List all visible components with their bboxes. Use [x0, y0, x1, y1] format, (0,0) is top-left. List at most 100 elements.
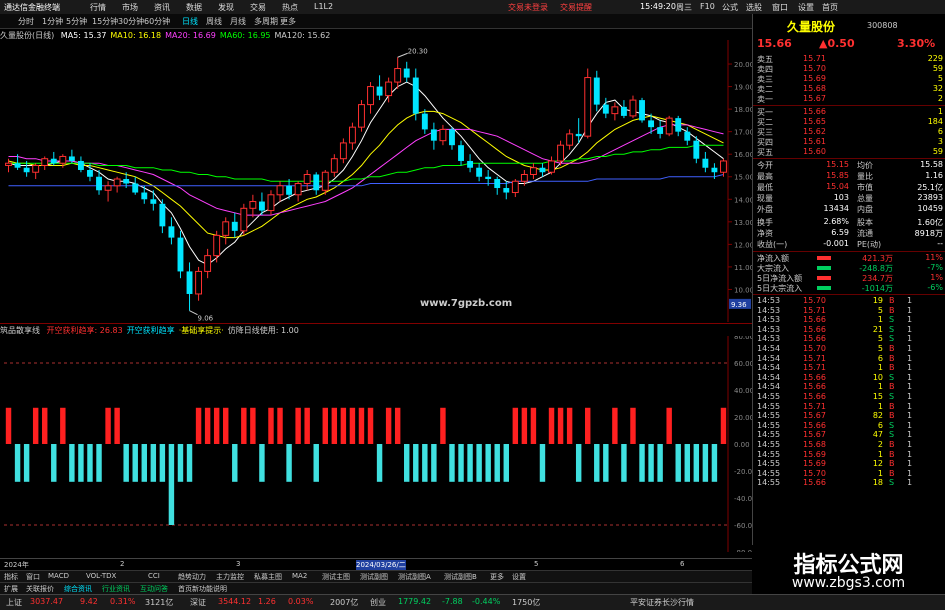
extension-tab-1[interactable]: 关联报价 — [26, 584, 54, 594]
candle-body — [503, 188, 510, 193]
menu-item-5[interactable]: 交易 — [250, 2, 266, 13]
indicator-tab-13[interactable]: 更多 — [490, 572, 504, 582]
menu-right-item-1[interactable]: F10 — [700, 2, 715, 11]
indicator-axis-label: 60.00 — [734, 360, 752, 368]
indicator-tab-5[interactable]: 趋势动力 — [178, 572, 206, 582]
indicator-tab-2[interactable]: MACD — [48, 572, 69, 580]
menu-right-item-4[interactable]: 窗口 — [772, 2, 788, 13]
indicator-tab-4[interactable]: CCI — [148, 572, 160, 580]
menu-item-2[interactable]: 资讯 — [154, 2, 170, 13]
indicator-tab-7[interactable]: 私募主图 — [254, 572, 282, 582]
indicator-bar-cyan — [431, 444, 437, 482]
indicator-bar-red — [32, 407, 39, 444]
menu-right-item-3[interactable]: 选股 — [746, 2, 762, 13]
tick-price: 15.69 — [803, 449, 826, 459]
indicator-tab-9[interactable]: 测试主图 — [322, 572, 350, 582]
status-item-5: 深证 — [190, 598, 206, 607]
tick-price: 15.70 — [803, 468, 826, 478]
menu-item-1[interactable]: 市场 — [122, 2, 138, 13]
current-price-marker-label: 9.36 — [731, 301, 747, 309]
indicator-tab-12[interactable]: 测试副图B — [444, 572, 477, 582]
period-tab-0[interactable]: 分时 — [18, 16, 34, 27]
period-tab-10[interactable]: 更多 — [280, 16, 296, 27]
candle-body — [684, 131, 691, 141]
extension-tab-3[interactable]: 行业资讯 — [102, 584, 130, 594]
period-tab-7[interactable]: 周线 — [206, 16, 222, 27]
tick-price: 15.66 — [803, 334, 826, 344]
tick-side: B — [889, 411, 895, 421]
indicator-tab-11[interactable]: 测试副图A — [398, 572, 431, 582]
indicator-tab-8[interactable]: MA2 — [292, 572, 307, 580]
menu-right-item-5[interactable]: 设置 — [798, 2, 814, 13]
indicator-legend-item-0: 开空获利趋享: 26.83 — [46, 326, 123, 335]
candle-body — [231, 221, 238, 231]
tick-side: B — [889, 401, 895, 411]
price-axis-label: 17.00 — [734, 129, 752, 137]
indicator-bar-red — [530, 407, 537, 444]
login-status[interactable]: 交易未登录 — [508, 2, 548, 13]
tick-price: 15.66 — [803, 420, 826, 430]
period-tab-1[interactable]: 1分钟 — [42, 16, 63, 27]
indicator-tab-10[interactable]: 测试副图 — [360, 572, 388, 582]
indicator-bar-cyan — [186, 444, 193, 482]
menu-right-item-0[interactable]: 周三 — [676, 2, 692, 13]
candle-body — [449, 129, 455, 146]
period-tab-3[interactable]: 15分钟 — [92, 16, 118, 27]
indicator-tab-1[interactable]: 窗口 — [26, 572, 40, 582]
tick-row: 14:55 15.66 18 S 1 — [757, 478, 943, 489]
menu-item-4[interactable]: 发现 — [218, 2, 234, 13]
indicator-bar-red — [585, 407, 591, 444]
tick-count: 1 — [907, 372, 913, 382]
period-tab-2[interactable]: 5分钟 — [66, 16, 87, 27]
status-item-13: -0.44% — [472, 597, 501, 606]
period-tab-5[interactable]: 60分钟 — [144, 16, 170, 27]
extension-tab-4[interactable]: 互动问答 — [140, 584, 168, 594]
candlestick-chart[interactable]: 20.00 19.00 18.00 17.00 16.00 15.00 14.00 13.00… — [0, 40, 752, 322]
stat-row: 换手 2.68% 股本 1.60亿 — [757, 217, 943, 228]
indicator-legend-item-3: 仿降日线使用: 1.00 — [227, 326, 299, 335]
period-tab-8[interactable]: 月线 — [230, 16, 246, 27]
order-book-divider — [753, 105, 945, 106]
low-pointer — [189, 310, 198, 316]
period-tab-9[interactable]: 多周期 — [254, 16, 278, 27]
menu-right-item-2[interactable]: 公式 — [722, 2, 738, 13]
tick-time: 14:53 — [757, 315, 781, 325]
tick-count: 1 — [907, 382, 913, 392]
tick-count: 1 — [907, 315, 913, 325]
status-item-1: 3037.47 — [30, 597, 64, 606]
indicator-bar-red — [223, 407, 229, 444]
indicator-chart[interactable]: 80.00 60.00 40.00 20.00 0.00 -20.00 -40.00 -60.… — [0, 336, 752, 552]
status-item-3: 0.31% — [110, 597, 136, 606]
tick-side: B — [889, 449, 895, 459]
date-axis-mark-4: 6 — [680, 560, 685, 568]
period-tab-6[interactable]: 日线 — [182, 16, 198, 27]
extension-tab-2[interactable]: 综合资讯 — [64, 584, 92, 594]
indicator-tab-0[interactable]: 指标 — [4, 572, 18, 582]
indicator-tab-14[interactable]: 设置 — [512, 572, 526, 582]
candle-body — [96, 176, 102, 191]
indicator-bar-cyan — [159, 444, 166, 482]
extension-tab-0[interactable]: 扩展 — [4, 584, 18, 594]
indicator-bar-red — [114, 407, 120, 444]
tick-volume: 1 — [877, 449, 883, 459]
candle-body — [367, 86, 374, 106]
stat-value: 2.68% — [823, 217, 849, 226]
menu-item-0[interactable]: 行情 — [90, 2, 106, 13]
menu-item-6[interactable]: 热点 — [282, 2, 298, 13]
indicator-tab-6[interactable]: 主力监控 — [216, 572, 244, 582]
stat-row: 现量 103 总量 23893 — [757, 193, 943, 204]
menu-item-3[interactable]: 数据 — [186, 2, 202, 13]
trade-notice[interactable]: 交易提醒 — [560, 2, 592, 13]
extension-tab-5[interactable]: 首页新功能说明 — [178, 584, 227, 594]
period-tab-4[interactable]: 30分钟 — [118, 16, 144, 27]
stat-value: 8918万 — [914, 229, 943, 238]
tick-price: 15.67 — [803, 430, 826, 440]
tick-time: 14:55 — [757, 468, 781, 478]
candle-body — [168, 226, 175, 238]
indicator-tab-3[interactable]: VOL-TDX — [86, 572, 116, 580]
menu-item-7[interactable]: L1L2 — [314, 2, 333, 11]
candle-body — [141, 192, 148, 200]
indicator-bar-red — [295, 407, 301, 444]
bid-price: 15.60 — [803, 147, 826, 156]
menu-right-item-6[interactable]: 首页 — [822, 2, 838, 13]
